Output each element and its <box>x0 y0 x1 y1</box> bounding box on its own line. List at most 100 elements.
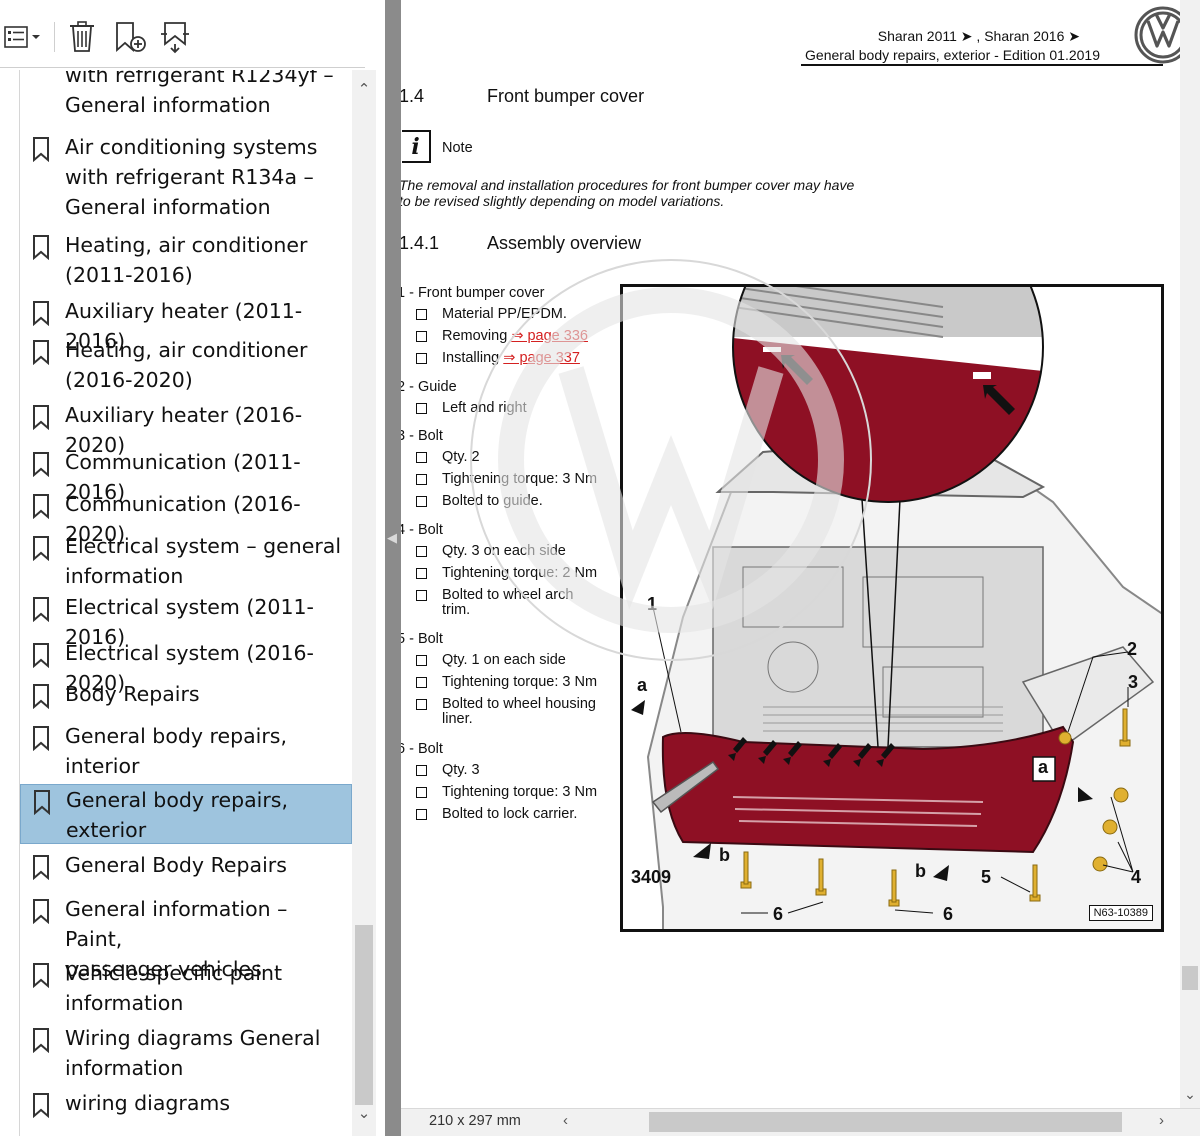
subsection-title: Assembly overview <box>487 233 642 253</box>
bookmark-icon <box>33 1093 49 1118</box>
bookmark-item[interactable]: Auxiliary heater (2016-2020) <box>20 400 352 457</box>
section-number: 1.4 <box>401 86 425 106</box>
collapse-panel-arrow-icon[interactable]: ◀ <box>387 530 397 546</box>
bookmark-icon <box>33 301 49 326</box>
bookmark-item[interactable]: Vehicle-specific paint information <box>20 958 352 1018</box>
item-detail-main: Qty. 3 <box>442 762 480 778</box>
page-size-label: 210 x 297 mm <box>429 1113 521 1129</box>
bookmark-label: wiring diagrams <box>65 1091 231 1115</box>
bookmark-icon <box>33 963 49 988</box>
item-detail-text: Left and right <box>442 401 637 416</box>
item-heading: 1 - Front bumper cover <box>401 285 545 301</box>
item-detail-main: Tightening torque: 3 Nm <box>442 674 598 690</box>
bookmark-properties-button[interactable] <box>154 18 196 56</box>
bookmark-item[interactable]: General information – Paint, passenger v… <box>20 894 352 981</box>
add-bookmark-button[interactable] <box>108 18 152 56</box>
bookmark-icon <box>33 899 49 924</box>
fig-label-tool: 3409 <box>631 867 672 887</box>
item-detail-main: Removing <box>442 328 512 344</box>
bookmark-label: Air conditioning systems with refrigeran… <box>65 135 318 219</box>
info-icon: i <box>402 130 431 163</box>
fig-label-3: 3 <box>1128 672 1139 692</box>
fig-label-b-right: b <box>915 861 926 881</box>
bookmark-label: Vehicle-specific paint information <box>65 961 282 1015</box>
item-detail-text: Bolted to wheel arch trim. <box>442 588 637 618</box>
bookmark-item[interactable]: Communication (2016-2020) <box>20 489 352 546</box>
bookmarks-panel: with refrigerant R1234yf – General infor… <box>0 0 385 1136</box>
page-link[interactable]: ⇒ page 337 <box>503 350 580 366</box>
item-detail-main: Tightening torque: 2 Nm <box>442 565 598 581</box>
note-text: The removal and installation procedures … <box>401 177 855 209</box>
checkbox-bullet-icon <box>416 309 427 320</box>
item-detail-main: Material PP/EPDM. <box>442 306 567 322</box>
bookmark-label: Heating, air conditioner (2016-2020) <box>65 338 308 392</box>
bookmark-icon <box>33 235 49 260</box>
bookmark-item[interactable]: with refrigerant R1234yf – General infor… <box>20 70 352 128</box>
bookmark-label: Body Repairs <box>65 682 200 706</box>
bookmark-item[interactable]: Air conditioning systems with refrigeran… <box>20 132 352 222</box>
subsection-number: 1.4.1 <box>401 233 440 253</box>
bookmark-item[interactable]: General body repairs, interior <box>20 721 352 781</box>
scroll-right-arrow-icon[interactable]: › <box>1159 1112 1164 1129</box>
bookmark-item[interactable]: Electrical system (2016-2020) <box>20 638 352 695</box>
add-bookmark-icon <box>116 22 146 52</box>
panel-splitter[interactable]: ◀ <box>385 0 401 1136</box>
bookmark-icon <box>33 726 49 751</box>
page-link[interactable]: ⇒ page 336 <box>511 328 588 344</box>
figure-reference: N63-10389 <box>1088 905 1153 921</box>
checkbox-bullet-icon <box>416 496 427 507</box>
bumper-illustration <box>631 287 1161 929</box>
fig-label-6-left: 6 <box>773 904 784 924</box>
bookmark-icon <box>33 340 49 365</box>
scroll-down-arrow-icon[interactable]: ⌄ <box>352 1104 376 1124</box>
horizontal-scroll-thumb[interactable] <box>649 1112 1122 1132</box>
bookmark-icon <box>33 137 49 162</box>
item-detail-text: Tightening torque: 2 Nm <box>442 566 637 581</box>
bookmark-item[interactable]: Heating, air conditioner (2016-2020) <box>20 335 352 395</box>
bookmark-item[interactable]: Communication (2011-2016) <box>20 447 352 504</box>
delete-bookmark-button[interactable] <box>62 18 102 56</box>
scroll-up-arrow-icon[interactable]: ⌃ <box>352 80 376 100</box>
bookmarks-toolbar <box>0 0 365 68</box>
item-detail-main: Bolted to lock carrier. <box>442 806 578 822</box>
bookmark-item[interactable]: Wiring diagrams General information <box>20 1023 352 1083</box>
item-detail-main: Installing <box>442 350 504 366</box>
document-scrollbar[interactable]: ⌄ <box>1180 0 1200 1108</box>
fig-label-4: 4 <box>1131 867 1142 887</box>
bookmark-item[interactable]: General Body Repairs <box>20 850 352 886</box>
item-detail-main: Bolted to wheel arch trim. <box>442 587 574 618</box>
fig-label-1: 1 <box>647 594 658 614</box>
bookmark-label: with refrigerant R1234yf – General infor… <box>65 70 334 117</box>
bookmark-label: General Body Repairs <box>65 853 287 877</box>
scroll-left-arrow-icon[interactable]: ‹ <box>563 1112 568 1129</box>
bookmark-label: Heating, air conditioner (2011-2016) <box>65 233 308 287</box>
bookmark-icon <box>33 855 49 880</box>
bookmark-item[interactable]: Auxiliary heater (2011-2016) <box>20 296 352 353</box>
item-detail-main: Qty. 1 on each side <box>442 652 566 668</box>
bookmark-item[interactable]: Heating, air conditioner (2011-2016) <box>20 230 352 290</box>
checkbox-bullet-icon <box>416 765 427 776</box>
item-detail-text: Bolted to guide. <box>442 494 637 509</box>
item-detail-text: Tightening torque: 3 Nm <box>442 785 637 800</box>
checkbox-bullet-icon <box>416 699 427 710</box>
toolbar-separator <box>54 22 55 52</box>
bookmark-icon <box>33 405 49 430</box>
document-scroll-thumb[interactable] <box>1182 966 1198 990</box>
checkbox-bullet-icon <box>416 546 427 557</box>
scroll-down-arrow-icon[interactable]: ⌄ <box>1180 1086 1200 1103</box>
bookmark-item[interactable]: Electrical system (2011-2016) <box>20 592 352 649</box>
bookmarks-scroll-thumb[interactable] <box>355 925 373 1105</box>
item-detail-text: Qty. 2 <box>442 450 637 465</box>
header-rule <box>801 64 1163 66</box>
status-bar: 210 x 297 mm ‹ › <box>401 1108 1200 1136</box>
bookmark-icon <box>33 494 49 519</box>
bookmark-item[interactable]: General body repairs, exterior <box>20 784 352 844</box>
bookmarks-scrollbar[interactable]: ⌃ ⌄ <box>352 70 376 1136</box>
trash-icon <box>70 21 94 52</box>
item-detail-main: Left and right <box>442 400 527 416</box>
bookmark-item[interactable]: Electrical system – general information <box>20 531 352 591</box>
bookmark-item[interactable]: wiring diagrams <box>20 1088 352 1124</box>
outline-options-button[interactable] <box>0 18 46 56</box>
item-detail-text: Removing ⇒ page 336 <box>442 329 637 344</box>
bookmark-item[interactable]: Body Repairs <box>20 679 352 715</box>
